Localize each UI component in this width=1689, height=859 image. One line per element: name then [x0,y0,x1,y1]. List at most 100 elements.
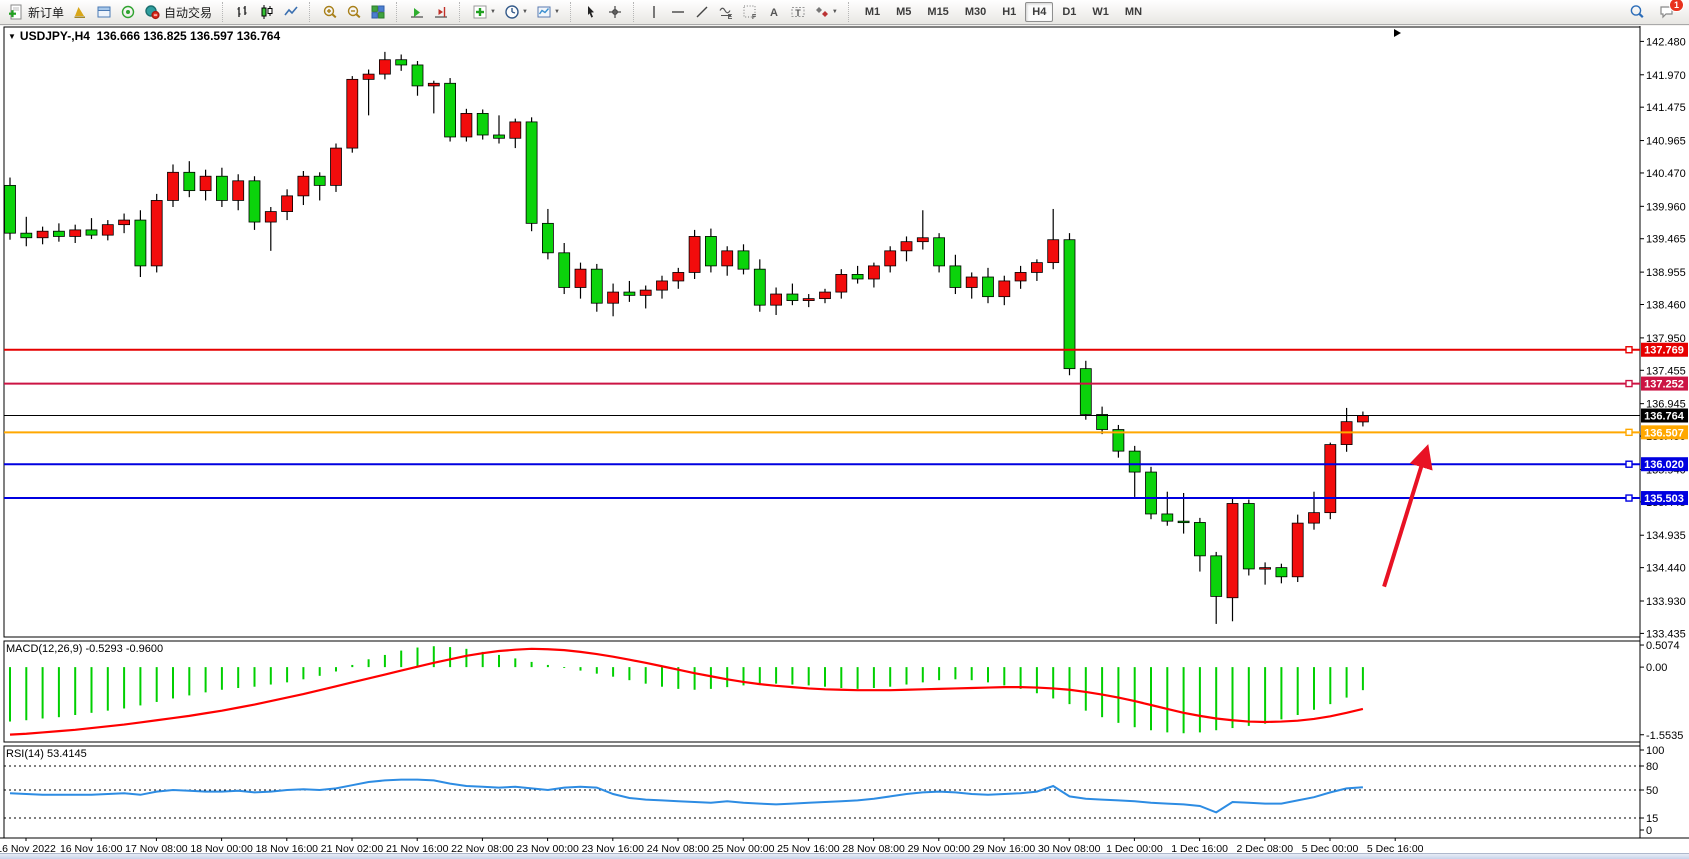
bear-candle [934,238,945,266]
macd-indicator-label: MACD(12,26,9) -0.5293 -0.9600 [6,643,163,655]
bull-candle [689,236,700,272]
chevron-down-icon[interactable]: ▼ [490,9,496,15]
bull-candle [1031,263,1042,273]
bull-candle [461,113,472,137]
chevron-down-icon[interactable]: ▼ [554,9,560,15]
timeframe-h1-button[interactable]: H1 [995,2,1023,22]
grid-button[interactable]: F [738,1,762,23]
bear-candle [983,277,994,297]
auto-trading-label: 自动交易 [164,4,212,21]
crosshair-button[interactable] [603,1,627,23]
bull-candle [917,238,928,242]
shapes-icon [814,4,830,20]
price-badge-label: 137.252 [1644,379,1684,391]
bear-candle [314,176,325,185]
chevron-down-icon[interactable]: ▼ [832,9,838,15]
bear-candle [950,266,961,288]
signals-button[interactable] [116,1,140,23]
timeframe-mn-button[interactable]: MN [1118,2,1149,22]
templates-icon [536,4,552,20]
bull-candle [347,79,358,148]
rsi-tick: 50 [1646,785,1658,797]
auto-scroll-button[interactable] [405,1,429,23]
search-button[interactable] [1625,1,1649,23]
cursor-button[interactable] [579,1,603,23]
bear-candle [21,233,32,238]
toolbar-separator [222,2,227,22]
line-endpoint-handle[interactable] [1626,461,1632,467]
line-endpoint-handle[interactable] [1626,429,1632,435]
bear-candle [86,230,97,235]
bull-candle [966,277,977,287]
bull-candle [836,274,847,292]
macd-tick: 0.5074 [1646,640,1680,652]
bear-candle [526,122,537,223]
line-endpoint-handle[interactable] [1626,495,1632,501]
vline-icon [646,4,662,20]
tile-windows-button[interactable] [366,1,390,23]
timeframe-h4-button[interactable]: H4 [1025,2,1053,22]
bull-candle [119,220,130,225]
vertical-line-button[interactable] [642,1,666,23]
timeframe-m30-button[interactable]: M30 [958,2,993,22]
bear-candle [1097,414,1108,429]
chat-button[interactable]: 1 [1655,1,1679,23]
bull-candle [37,231,48,238]
periods-button[interactable]: ▼ [500,1,532,23]
label-icon: T [790,4,806,20]
timeframe-m5-button[interactable]: M5 [889,2,918,22]
trendline-icon [694,4,710,20]
price-badge-label: 136.507 [1644,427,1684,439]
bear-candle [542,223,553,252]
data-window-button[interactable] [92,1,116,23]
rsi-tick: 80 [1646,761,1658,773]
fibonacci-button[interactable]: E [714,1,738,23]
crosshair-icon [607,4,623,20]
bear-candle [1276,568,1287,577]
bear-candle [184,172,195,190]
bull-candle [1292,523,1303,577]
svg-text:E: E [728,14,733,20]
bull-candle [1357,416,1368,422]
indicators-button[interactable]: ▼ [468,1,500,23]
market-watch-button[interactable] [68,1,92,23]
macd-tick: -1.5535 [1646,730,1683,742]
line-endpoint-handle[interactable] [1626,347,1632,353]
timeframe-w1-button[interactable]: W1 [1085,2,1116,22]
candlestick-chart-button[interactable] [255,1,279,23]
text-icon: A [766,4,782,20]
bull-candle [233,181,244,201]
price-tick: 133.930 [1646,596,1686,608]
data-window-icon [96,4,112,20]
bull-candle [771,294,782,305]
zoom-in-button[interactable] [318,1,342,23]
chart-shift-button[interactable] [429,1,453,23]
chevron-down-icon[interactable]: ▼ [522,9,528,15]
timeframe-m1-button[interactable]: M1 [858,2,887,22]
new-order-button[interactable]: 新订单 [4,1,68,23]
bar-chart-button[interactable] [231,1,255,23]
text-label-button[interactable]: T [786,1,810,23]
timeframe-m15-button[interactable]: M15 [920,2,955,22]
cursor-icon [583,4,599,20]
arrows-button[interactable]: ▼ [810,1,842,23]
price-tick: 139.465 [1646,234,1686,246]
chart-title: ▼USDJPY-,H4 136.666 136.825 136.597 136.… [8,29,280,43]
line-chart-button[interactable] [279,1,303,23]
timeframe-d1-button[interactable]: D1 [1055,2,1083,22]
fibo-icon: E [718,4,734,20]
templates-button[interactable]: ▼ [532,1,564,23]
bear-candle [53,231,64,236]
zoom-out-button[interactable] [342,1,366,23]
horizontal-line-button[interactable] [666,1,690,23]
auto-trading-button[interactable]: 自动交易 [140,1,216,23]
line-endpoint-handle[interactable] [1626,381,1632,387]
bull-candle [265,212,276,222]
bull-candle [885,251,896,266]
text-button[interactable]: A [762,1,786,23]
bull-candle [673,272,684,281]
price-tick: 138.460 [1646,300,1686,312]
trendline-button[interactable] [690,1,714,23]
bull-candle [168,172,179,200]
bear-candle [738,251,749,269]
